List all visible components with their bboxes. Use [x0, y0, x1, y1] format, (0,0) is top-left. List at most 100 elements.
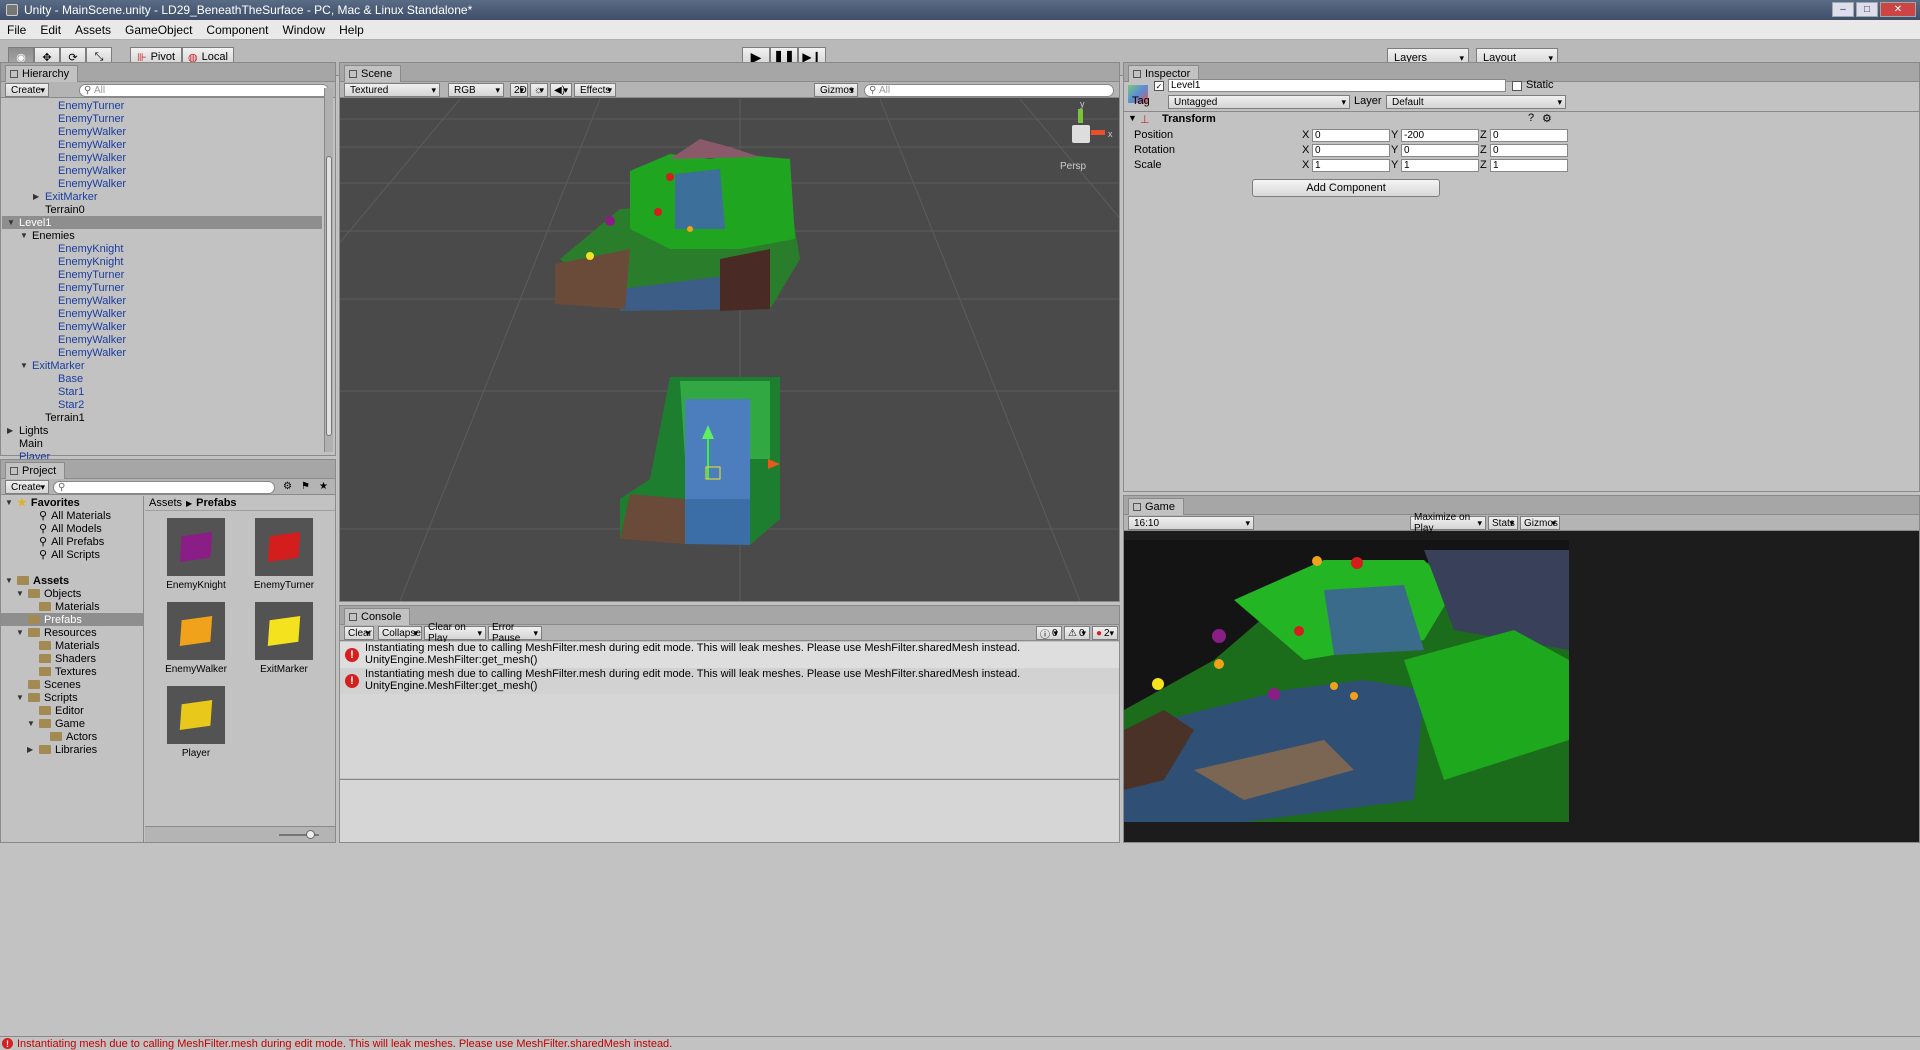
- hierarchy-scrollbar[interactable]: [324, 88, 333, 452]
- hierarchy-item[interactable]: EnemyTurner: [46, 99, 124, 112]
- collapse-arrow-icon[interactable]: ▶: [27, 745, 35, 754]
- info-count-toggle[interactable]: ⓘ 0: [1036, 626, 1062, 641]
- hierarchy-item[interactable]: ▼ ExitMarker: [20, 359, 85, 372]
- project-search-input[interactable]: ⚲: [53, 481, 275, 494]
- expand-arrow-icon[interactable]: ▼: [20, 361, 28, 370]
- hierarchy-item[interactable]: EnemyWalker: [46, 151, 126, 164]
- axis-label[interactable]: Y: [1391, 129, 1398, 141]
- console-clear-button[interactable]: Clear: [344, 626, 374, 640]
- transform-y-field[interactable]: 1: [1401, 159, 1479, 172]
- minimize-button[interactable]: –: [1832, 2, 1854, 17]
- asset-tile[interactable]: ExitMarker: [247, 602, 321, 684]
- expand-arrow-icon[interactable]: ▼: [16, 628, 24, 637]
- project-tree-item[interactable]: ▶ Libraries: [27, 743, 97, 756]
- expand-arrow-icon[interactable]: ▼: [27, 719, 35, 728]
- expand-arrow-icon[interactable]: ▼: [7, 218, 15, 227]
- aspect-dropdown[interactable]: 16:10: [1128, 516, 1254, 530]
- project-tree-item[interactable]: ⚲ All Materials: [27, 509, 111, 523]
- maximize-button[interactable]: □: [1856, 2, 1878, 17]
- project-tree-item[interactable]: ⚲ All Models: [27, 522, 102, 536]
- scene-viewport[interactable]: [340, 99, 1119, 601]
- scrollbar-thumb[interactable]: [326, 156, 332, 436]
- hierarchy-item[interactable]: EnemyWalker: [46, 125, 126, 138]
- axis-label[interactable]: Z: [1480, 144, 1487, 156]
- menu-window[interactable]: Window: [275, 23, 332, 37]
- active-checkbox[interactable]: ✓: [1154, 81, 1164, 91]
- hierarchy-item[interactable]: EnemyWalker: [46, 307, 126, 320]
- hierarchy-item[interactable]: Base: [46, 372, 83, 385]
- expand-arrow-icon[interactable]: ▼: [5, 576, 13, 585]
- axis-label[interactable]: Z: [1480, 129, 1487, 141]
- hierarchy-item[interactable]: ▶ ExitMarker: [33, 190, 98, 203]
- expand-arrow-icon[interactable]: ▼: [16, 589, 24, 598]
- hierarchy-item[interactable]: Star2: [46, 398, 84, 411]
- hierarchy-item[interactable]: EnemyWalker: [46, 294, 126, 307]
- breadcrumb-assets[interactable]: Assets: [149, 497, 182, 509]
- asset-tile[interactable]: EnemyTurner: [247, 518, 321, 600]
- project-tree-item[interactable]: Prefabs: [1, 613, 143, 626]
- transform-x-field[interactable]: 0: [1312, 144, 1390, 157]
- tab-game[interactable]: Game: [1128, 498, 1184, 515]
- project-tree-item[interactable]: Scenes: [16, 678, 81, 691]
- console-collapse-button[interactable]: Collapse: [378, 626, 422, 640]
- collapse-arrow-icon[interactable]: ▶: [7, 426, 15, 435]
- transform-y-field[interactable]: 0: [1401, 144, 1479, 157]
- tab-console[interactable]: Console: [344, 608, 411, 625]
- asset-tile[interactable]: EnemyWalker: [159, 602, 233, 684]
- effects-dropdown[interactable]: Effects: [574, 83, 616, 97]
- transform-z-field[interactable]: 1: [1490, 159, 1568, 172]
- axis-label[interactable]: X: [1302, 129, 1309, 141]
- console-clear-on-play-button[interactable]: Clear on Play: [424, 622, 486, 644]
- project-tree-item[interactable]: Actors: [38, 730, 97, 743]
- transform-x-field[interactable]: 0: [1312, 129, 1390, 142]
- axis-label[interactable]: Y: [1391, 144, 1398, 156]
- menu-component[interactable]: Component: [199, 23, 275, 37]
- hierarchy-item[interactable]: EnemyWalker: [46, 177, 126, 190]
- hierarchy-item[interactable]: EnemyTurner: [46, 112, 124, 125]
- project-tree-item[interactable]: Materials: [27, 600, 100, 613]
- hierarchy-item[interactable]: ▼ Enemies: [20, 229, 75, 242]
- project-tree-item[interactable]: ▼ ★ Favorites: [5, 496, 80, 510]
- project-tree-item[interactable]: ▼ Scripts: [16, 691, 78, 704]
- hierarchy-item[interactable]: EnemyKnight: [46, 255, 123, 268]
- expand-arrow-icon[interactable]: ▼: [20, 231, 28, 240]
- axis-label[interactable]: Y: [1391, 159, 1398, 171]
- persp-label[interactable]: Persp: [1060, 161, 1086, 172]
- console-detail-area[interactable]: [340, 779, 1119, 842]
- tab-scene[interactable]: Scene: [344, 65, 402, 82]
- hierarchy-search-input[interactable]: ⚲ All: [79, 84, 329, 97]
- project-create-dropdown[interactable]: Create: [5, 480, 49, 494]
- chevron-down-icon[interactable]: ▼: [1128, 113, 1137, 123]
- warning-count-toggle[interactable]: ⚠ 0: [1064, 626, 1090, 640]
- zoom-slider-handle[interactable]: [306, 830, 315, 839]
- scene-search-input[interactable]: ⚲ All: [864, 84, 1114, 97]
- hierarchy-item[interactable]: Terrain1: [33, 411, 85, 424]
- asset-tile[interactable]: Player: [159, 686, 233, 768]
- layer-dropdown[interactable]: Default: [1386, 95, 1566, 109]
- collapse-arrow-icon[interactable]: ▶: [33, 192, 41, 201]
- menu-file[interactable]: File: [0, 23, 33, 37]
- scene-orientation-gizmo[interactable]: y x Persp: [1056, 99, 1116, 189]
- hierarchy-item[interactable]: Main: [7, 437, 43, 450]
- project-tree-item[interactable]: Shaders: [27, 652, 96, 665]
- object-name-field[interactable]: Level1: [1168, 79, 1506, 92]
- menu-help[interactable]: Help: [332, 23, 371, 37]
- tab-hierarchy[interactable]: Hierarchy: [5, 65, 79, 82]
- render-mode-dropdown[interactable]: RGB: [448, 83, 504, 97]
- lighting-toggle[interactable]: ☼: [530, 83, 548, 97]
- help-icon[interactable]: ?: [1528, 112, 1534, 124]
- hierarchy-item[interactable]: EnemyTurner: [46, 281, 124, 294]
- game-gizmos-dropdown[interactable]: Gizmos: [1520, 516, 1560, 530]
- add-component-button[interactable]: Add Component: [1252, 179, 1440, 197]
- project-tree-item[interactable]: ▼ Game: [27, 717, 85, 730]
- hierarchy-item[interactable]: Star1: [46, 385, 84, 398]
- 2d-toggle[interactable]: 2D: [510, 83, 528, 97]
- status-bar[interactable]: ! Instantiating mesh due to calling Mesh…: [0, 1036, 1920, 1050]
- project-tree-item[interactable]: ▼ Objects: [16, 587, 81, 600]
- stats-toggle[interactable]: Stats: [1488, 516, 1518, 530]
- axis-label[interactable]: X: [1302, 159, 1309, 171]
- gizmos-dropdown[interactable]: Gizmos: [814, 83, 858, 97]
- menu-edit[interactable]: Edit: [33, 23, 68, 37]
- error-count-toggle[interactable]: ● 2: [1092, 626, 1118, 640]
- hierarchy-item[interactable]: EnemyWalker: [46, 138, 126, 151]
